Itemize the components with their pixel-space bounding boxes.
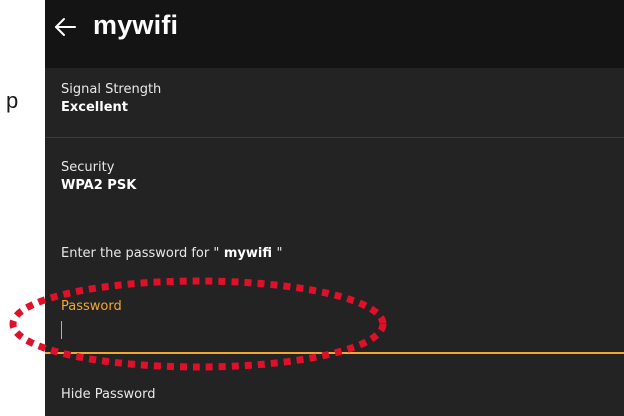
prompt-network-name: mywifi [219, 246, 277, 261]
divider [45, 137, 624, 138]
signal-strength-label: Signal Strength [61, 82, 162, 97]
wifi-password-screen: mywifi Signal Strength Excellent Securit… [45, 0, 624, 416]
app-header: mywifi [45, 0, 624, 68]
security-label: Security [61, 160, 115, 175]
signal-strength-value: Excellent [61, 100, 128, 115]
stray-text: p [6, 88, 19, 113]
page-title: mywifi [93, 10, 179, 40]
prompt-suffix: " [276, 246, 283, 261]
arrow-left-icon[interactable] [53, 16, 77, 38]
security-value: WPA2 PSK [61, 178, 137, 193]
signal-strength-section: Signal Strength Excellent [61, 81, 161, 117]
password-prompt: Enter the password for " mywifi " [61, 246, 283, 261]
prompt-prefix: Enter the password for " [61, 246, 220, 261]
password-input[interactable] [45, 316, 624, 354]
security-section: Security WPA2 PSK [61, 159, 136, 195]
password-label: Password [61, 299, 122, 314]
text-cursor [61, 321, 62, 339]
hide-password-toggle[interactable]: Hide Password [61, 387, 156, 402]
